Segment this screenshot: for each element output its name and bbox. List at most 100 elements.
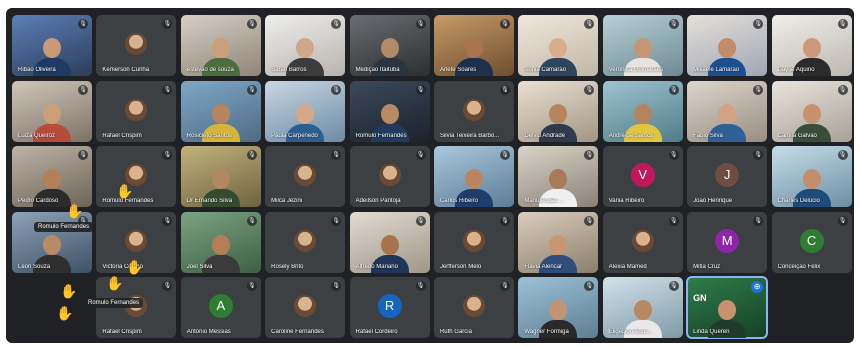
participant-tile[interactable]: 🎙 Wagner Formiga <box>518 277 599 339</box>
mic-off-icon: 🎙 <box>162 19 173 29</box>
participant-tile[interactable]: 🎙⊕GNLinda Queren <box>686 276 769 340</box>
participant-tile[interactable]: 🎙 Ribão Oliveira <box>12 15 92 76</box>
mic-off-icon: 🎙 <box>668 84 679 95</box>
raised-hand-icon: ✋ <box>106 275 124 291</box>
participant-tile[interactable]: 🎙 Milca Jezini <box>265 146 346 208</box>
mic-off-icon: 🎙 <box>331 19 342 29</box>
participant-tile[interactable]: 🎙 Romulo Fernandes <box>349 80 430 142</box>
participant-tile[interactable]: 🎙 Manutenção ... <box>518 146 599 208</box>
participant-name: Rafael Cordeiro <box>355 329 398 336</box>
mic-off-icon: 🎙 <box>584 19 595 29</box>
participant-name: Antonio Messias <box>186 329 231 336</box>
participant-tile[interactable]: 🎙 Mikaele Lamarão <box>687 15 768 76</box>
participant-name: Eligelson Andr... <box>608 329 652 336</box>
participant-tile[interactable]: 🎙 Alfredo Mariano <box>349 211 430 273</box>
avatar-letter: R <box>377 294 402 319</box>
participant-tile[interactable]: R 🎙 Rafael Cordeiro <box>349 277 430 339</box>
participant-tile[interactable]: 🎙 Rafael Crispim <box>96 80 177 142</box>
mic-off-icon: 🎙 <box>753 19 764 29</box>
mic-off-icon: 🎙 <box>499 281 510 292</box>
participant-tile[interactable]: 🎙 Kemerson Cunha <box>96 15 177 76</box>
participant-tile[interactable]: M 🎙 Mitla Cruz <box>687 211 768 273</box>
participant-tile[interactable]: 🎙 Leon Souza <box>12 211 92 273</box>
participant-tile[interactable]: 🎙 Arlete Soares <box>433 15 514 76</box>
raised-hand-icon: ✋ <box>66 203 84 219</box>
participant-tile[interactable]: 🎙 Caroline Fernandes <box>265 277 346 339</box>
participant-name: Rafael Crispim <box>102 132 142 139</box>
participant-tile[interactable]: 🎙 Sarah Barros <box>265 15 346 76</box>
participant-tile[interactable]: C 🎙 Conceição Félix <box>771 211 852 273</box>
participant-name: Adeilson Pantoja <box>355 198 401 205</box>
avatar-letter: A <box>208 294 233 319</box>
mic-off-icon: 🎙 <box>415 19 426 29</box>
participant-name: Linda Queren <box>693 329 730 336</box>
mic-off-icon: 🎙 <box>331 215 342 226</box>
participant-name: Mitla Cruz <box>693 263 721 270</box>
participant-tile[interactable]: 🎙 Eligelson Andr... <box>602 277 683 339</box>
mic-off-icon: 🎙 <box>415 281 426 292</box>
participant-tile[interactable]: 🎙 Ruth Garcia <box>433 277 514 339</box>
participant-tile[interactable]: 🎙 Flávia Alencar <box>518 211 599 273</box>
mic-off-icon: 🎙 <box>246 215 257 226</box>
participant-tile[interactable]: 🎙 Paula Carpenedo <box>265 80 346 142</box>
mic-off-icon: 🎙 <box>415 150 426 161</box>
avatar <box>294 164 317 187</box>
participant-tile[interactable]: V 🎙 Vania Ribeiro <box>602 146 683 208</box>
participant-tile[interactable]: 🎙 Adeilson Pantoja <box>349 146 430 208</box>
participant-name: Leon Souza <box>18 263 51 270</box>
participant-tile[interactable]: 🎙 Jerfferson Melo <box>433 211 514 273</box>
avatar <box>125 33 148 55</box>
participant-name: Paula Carpenedo <box>271 132 318 139</box>
mic-off-icon: 🎙 <box>499 84 510 95</box>
participant-name: Milca Jezini <box>271 198 303 205</box>
avatar <box>294 295 317 318</box>
participant-tile[interactable]: 🎙 Rosely Brito <box>265 211 346 273</box>
avatar <box>462 98 485 121</box>
participant-tile[interactable]: J 🎙 João Henrique <box>687 146 768 208</box>
mic-off-icon: 🎙 <box>753 84 764 95</box>
participant-tile[interactable]: 🎙 Fábio Silva <box>687 80 768 142</box>
participant-name: Luiza Queiroz <box>18 132 56 139</box>
raised-hand-label: Romulo Fernandes <box>84 298 144 308</box>
participant-name: Verônica Guimarães <box>608 67 664 73</box>
mic-off-icon: 🎙 <box>837 84 848 95</box>
pin-icon[interactable]: ⊕ <box>751 281 764 294</box>
participant-tile[interactable]: 🎙 Alexia Mamed <box>602 211 683 273</box>
avatar <box>125 98 148 121</box>
participant-tile[interactable]: 🎙 Luiza Queiroz <box>12 80 92 142</box>
participant-tile[interactable]: 🎙 Dr Ernando Silva <box>180 146 261 208</box>
participant-tile[interactable]: 🎙 Pedro Cardoso <box>12 146 92 208</box>
participant-tile[interactable]: 🎙 Rosicleto Santos <box>180 80 261 142</box>
participant-tile[interactable]: 🎙 Silvia Teixeira Barbo... <box>433 80 514 142</box>
participant-name: Dr Ernando Silva <box>186 198 233 205</box>
raised-hand-icon: ✋ <box>56 305 74 321</box>
participant-tile[interactable]: 🎙 Delvid Andrade <box>518 80 599 142</box>
mic-off-icon: 🎙 <box>584 150 595 161</box>
mic-off-icon: 🎙 <box>162 150 173 161</box>
avatar <box>294 229 317 252</box>
participant-name: Romulo Fernandes <box>102 198 154 205</box>
avatar <box>378 164 401 187</box>
participant-tile[interactable]: 🎙 Sonia Camarão <box>518 15 599 76</box>
participant-tile[interactable]: 🎙 Dayse Aquino <box>771 15 852 76</box>
participant-tile[interactable]: 🎙 Verônica Guimarães <box>602 15 683 76</box>
participant-name: Alexia Mamed <box>608 263 647 270</box>
participant-name: Romulo Fernandes <box>355 132 407 139</box>
avatar <box>462 229 485 252</box>
participant-tile[interactable]: 🎙 estevão de souza <box>180 15 261 76</box>
participant-tile[interactable]: 🎙 Carlos Ribeiro <box>433 146 514 208</box>
raised-hand-icon: ✋ <box>116 183 134 199</box>
participant-tile[interactable]: 🎙 Charles Delúcio <box>771 146 852 208</box>
participant-name: Conceição Félix <box>777 263 821 270</box>
mic-off-icon: 🎙 <box>584 84 595 95</box>
participant-tile[interactable]: 🎙 Joel Silva <box>180 211 261 273</box>
participant-tile[interactable]: 🎙 Camila Galvão <box>771 80 852 142</box>
participant-tile[interactable]: A 🎙 Antonio Messias <box>180 277 261 339</box>
participant-name: Fábio Silva <box>693 132 723 139</box>
mic-off-icon: 🎙 <box>162 215 173 226</box>
participant-tile[interactable]: 🎙 Romulo Fernandes <box>96 146 177 208</box>
participant-name: Manutenção ... <box>524 198 565 205</box>
participant-tile[interactable]: 🎙 Medição Itaituba <box>349 15 430 76</box>
participant-name: Ruth Garcia <box>439 329 472 336</box>
participant-tile[interactable]: 🎙 André de Santos <box>602 80 683 142</box>
